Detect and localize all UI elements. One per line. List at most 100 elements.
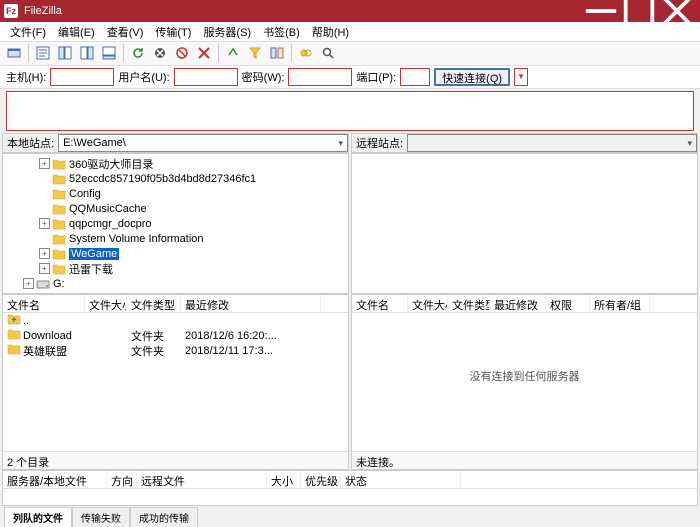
chevron-down-icon: ▾ bbox=[338, 138, 343, 149]
remote-tree[interactable] bbox=[351, 153, 698, 294]
toolbar-separator bbox=[291, 44, 292, 62]
refresh-icon[interactable] bbox=[128, 43, 148, 63]
tree-item[interactable]: +360驱动大师目录 bbox=[3, 156, 348, 171]
tree-item[interactable]: + WeGame bbox=[3, 246, 348, 261]
expand-spacer bbox=[39, 173, 50, 184]
disconnect-icon[interactable] bbox=[194, 43, 214, 63]
minimize-button[interactable] bbox=[582, 0, 620, 22]
column-header[interactable]: 文件大小 bbox=[408, 295, 448, 312]
cancel-icon[interactable] bbox=[172, 43, 192, 63]
column-header[interactable]: 文件类型 bbox=[127, 295, 181, 312]
tree-item[interactable]: Config bbox=[3, 186, 348, 201]
window-title: FileZilla bbox=[24, 5, 582, 17]
expand-toggle[interactable]: + bbox=[23, 278, 34, 289]
menu-server[interactable]: 服务器(S) bbox=[197, 22, 257, 42]
remote-path-label: 远程站点: bbox=[352, 135, 407, 151]
column-header[interactable]: 所有者/组 bbox=[590, 295, 650, 312]
tree-item[interactable]: System Volume Information bbox=[3, 231, 348, 246]
window-titlebar: Fz FileZilla bbox=[0, 0, 700, 22]
sync-browse-icon[interactable] bbox=[296, 43, 316, 63]
tree-item[interactable]: QQMusicCache bbox=[3, 201, 348, 216]
folder-icon bbox=[52, 158, 66, 170]
process-queue-icon[interactable] bbox=[150, 43, 170, 63]
column-header[interactable]: 服务器/本地文件 bbox=[3, 471, 107, 488]
compare-icon[interactable] bbox=[267, 43, 287, 63]
list-item[interactable]: Download文件夹2018/12/6 16:20:... bbox=[3, 328, 348, 343]
file-modified: 2018/12/6 16:20:... bbox=[181, 330, 321, 342]
column-header[interactable]: 最近修改 bbox=[490, 295, 546, 312]
search-icon[interactable] bbox=[318, 43, 338, 63]
column-header[interactable]: 文件名 bbox=[352, 295, 408, 312]
local-path-value: E:\WeGame\ bbox=[63, 137, 126, 149]
file-name: .. bbox=[23, 315, 29, 327]
expand-toggle[interactable]: + bbox=[39, 248, 50, 259]
password-input[interactable] bbox=[288, 68, 352, 86]
maximize-button[interactable] bbox=[620, 0, 658, 22]
menu-view[interactable]: 查看(V) bbox=[101, 22, 150, 42]
tab-successful[interactable]: 成功的传输 bbox=[130, 507, 198, 527]
drive-icon bbox=[36, 278, 50, 290]
list-item[interactable]: .. bbox=[3, 313, 348, 328]
list-item[interactable]: 英雄联盟文件夹2018/12/11 17:3... bbox=[3, 343, 348, 358]
remote-path-input[interactable]: ▾ bbox=[407, 134, 697, 152]
file-modified: 2018/12/11 17:3... bbox=[181, 345, 321, 357]
remote-list-body[interactable]: 没有连接到任何服务器 bbox=[352, 313, 697, 451]
close-button[interactable] bbox=[658, 0, 696, 22]
host-label: 主机(H): bbox=[6, 69, 46, 85]
menu-file[interactable]: 文件(F) bbox=[4, 22, 52, 42]
expand-spacer bbox=[39, 233, 50, 244]
menu-help[interactable]: 帮助(H) bbox=[306, 22, 355, 42]
port-label: 端口(P): bbox=[356, 69, 396, 85]
toggle-log-icon[interactable] bbox=[33, 43, 53, 63]
local-tree[interactable]: +360驱动大师目录52eccdc857190f05b3d4bd8d27346f… bbox=[2, 153, 349, 294]
tree-item[interactable]: +迅雷下载 bbox=[3, 261, 348, 276]
expand-toggle[interactable]: + bbox=[39, 158, 50, 169]
local-path-input[interactable]: E:\WeGame\ ▾ bbox=[58, 134, 348, 152]
tab-failed[interactable]: 传输失败 bbox=[72, 507, 130, 527]
column-header[interactable]: 状态 bbox=[341, 471, 461, 488]
up-icon bbox=[7, 313, 21, 328]
column-header[interactable]: 方向 bbox=[107, 471, 137, 488]
local-file-list[interactable]: 文件名文件大小文件类型最近修改 ..Download文件夹2018/12/6 1… bbox=[2, 294, 349, 470]
column-header[interactable]: 优先级 bbox=[301, 471, 341, 488]
remote-list-header: 文件名文件大小文件类型最近修改权限所有者/组 bbox=[352, 295, 697, 313]
menu-edit[interactable]: 编辑(E) bbox=[52, 22, 101, 42]
tree-item-label: WeGame bbox=[69, 248, 119, 260]
column-header[interactable]: 文件大小 bbox=[85, 295, 127, 312]
message-log[interactable] bbox=[6, 91, 694, 131]
tree-item[interactable]: +qqpcmgr_docpro bbox=[3, 216, 348, 231]
host-input[interactable] bbox=[50, 68, 114, 86]
username-input[interactable] bbox=[174, 68, 238, 86]
queue-body[interactable] bbox=[3, 489, 697, 505]
site-manager-icon[interactable] bbox=[4, 43, 24, 63]
column-header[interactable]: 文件类型 bbox=[448, 295, 490, 312]
remote-empty-message: 没有连接到任何服务器 bbox=[352, 368, 697, 384]
port-input[interactable] bbox=[400, 68, 430, 86]
filter-icon[interactable] bbox=[245, 43, 265, 63]
tree-item[interactable]: 52eccdc857190f05b3d4bd8d27346fc1 bbox=[3, 171, 348, 186]
local-status: 2 个目录 bbox=[3, 451, 348, 469]
toggle-local-tree-icon[interactable] bbox=[55, 43, 75, 63]
expand-toggle[interactable]: + bbox=[39, 218, 50, 229]
menu-transfer[interactable]: 传输(T) bbox=[149, 22, 197, 42]
column-header[interactable]: 权限 bbox=[546, 295, 590, 312]
remote-file-list[interactable]: 文件名文件大小文件类型最近修改权限所有者/组 没有连接到任何服务器 未连接。 bbox=[351, 294, 698, 470]
chevron-down-icon: ▾ bbox=[687, 138, 692, 149]
column-header[interactable]: 远程文件 bbox=[137, 471, 267, 488]
menu-bookmarks[interactable]: 书签(B) bbox=[257, 22, 306, 42]
toggle-queue-icon[interactable] bbox=[99, 43, 119, 63]
tree-item[interactable]: +G: bbox=[3, 276, 348, 291]
toggle-remote-tree-icon[interactable] bbox=[77, 43, 97, 63]
quickconnect-dropdown[interactable]: ▼ bbox=[514, 68, 528, 86]
file-type: 文件夹 bbox=[127, 328, 181, 344]
column-header[interactable]: 大小 bbox=[267, 471, 301, 488]
tab-queued[interactable]: 列队的文件 bbox=[4, 507, 72, 527]
password-label: 密码(W): bbox=[242, 69, 285, 85]
expand-toggle[interactable]: + bbox=[39, 263, 50, 274]
quickconnect-button[interactable]: 快速连接(Q) bbox=[434, 68, 510, 86]
transfer-queue[interactable]: 服务器/本地文件方向远程文件大小优先级状态 bbox=[2, 470, 698, 506]
local-list-body[interactable]: ..Download文件夹2018/12/6 16:20:...英雄联盟文件夹2… bbox=[3, 313, 348, 451]
reconnect-icon[interactable] bbox=[223, 43, 243, 63]
column-header[interactable]: 文件名 bbox=[3, 295, 85, 312]
column-header[interactable]: 最近修改 bbox=[181, 295, 321, 312]
